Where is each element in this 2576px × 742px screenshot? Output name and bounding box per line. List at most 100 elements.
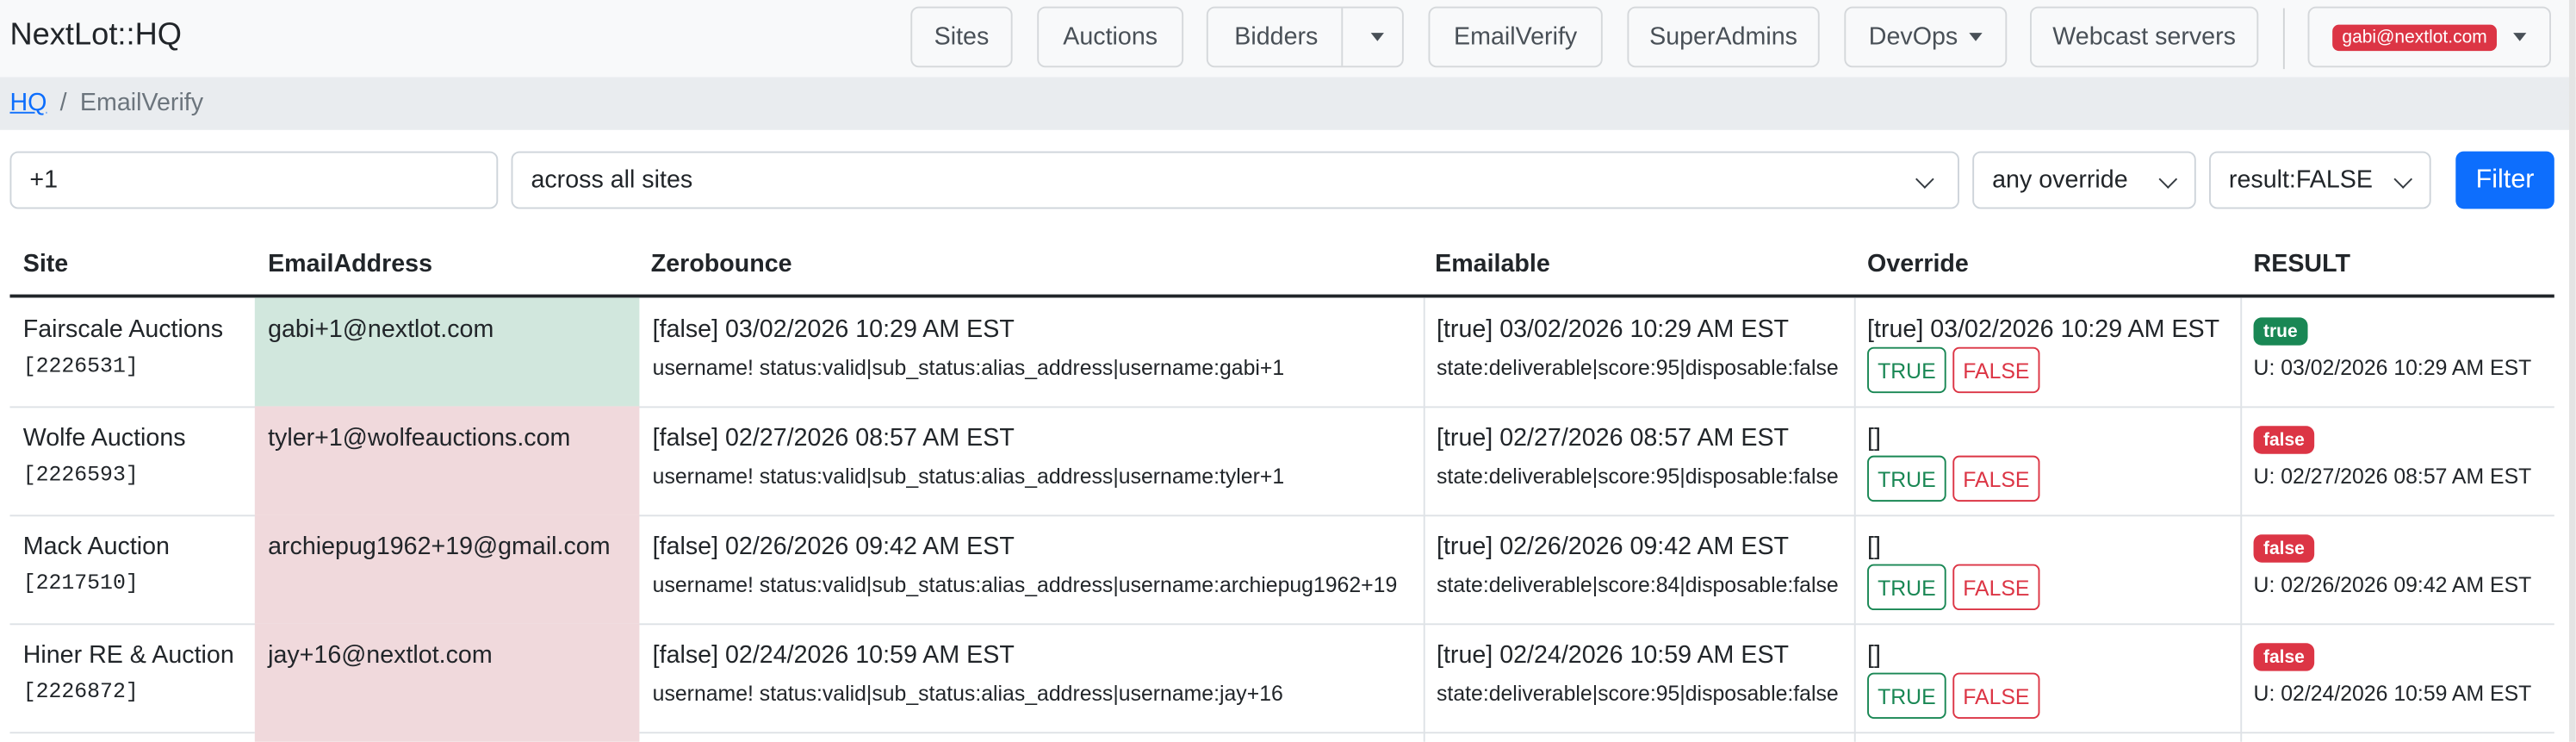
nav-superadmins-button[interactable]: SuperAdmins (1627, 6, 1820, 68)
table-row: Fairscale Auctions [2226531] gabi+1@next… (9, 297, 2554, 408)
site-cell: Fairscale Auctions [2226531] (9, 297, 254, 406)
override-false-button[interactable]: FALSE (1952, 346, 2040, 394)
chevron-down-icon (1915, 170, 1934, 189)
override-value: [] (1867, 641, 1881, 670)
emailable-detail: state:deliverable|score:95|disposable:fa… (1437, 355, 1839, 380)
breadcrumb: HQ / EmailVerify (0, 77, 2576, 130)
row-divider (9, 732, 255, 734)
zerobounce-detail: username! status:valid|sub_status:alias_… (652, 355, 1285, 380)
site-name[interactable]: Mack Auction (23, 533, 170, 560)
site-id: [2217510] (22, 571, 139, 595)
navbar-divider (2282, 8, 2285, 70)
caret-down-icon (1369, 33, 1384, 41)
bidders-dropdown-toggle[interactable] (1350, 9, 1404, 66)
override-value: [true] 03/02/2026 10:29 AM EST (1867, 315, 2220, 344)
emailable-detail: state:deliverable|score:95|disposable:fa… (1437, 681, 1839, 706)
email-address: gabi+1@nextlot.com (268, 315, 494, 344)
email-cell: jay+16@nextlot.com (254, 623, 640, 742)
emailable-cell: [true] 02/26/2026 09:42 AM EST state:del… (1424, 514, 1854, 623)
row-divider (639, 732, 2554, 734)
brand-logo[interactable]: NextLot::HQ (9, 18, 182, 54)
result-updated: U: 02/24/2026 10:59 AM EST (2253, 681, 2532, 706)
override-false-button[interactable]: FALSE (1952, 564, 2040, 611)
header-site: Site (22, 250, 69, 278)
email-cell: gabi+1@nextlot.com (254, 297, 640, 407)
email-address: archiepug1962+19@gmail.com (268, 533, 611, 561)
nav-devops-label: DevOps (1868, 22, 1958, 52)
filter-button[interactable]: Filter (2455, 151, 2554, 209)
caret-down-icon (2513, 33, 2527, 41)
zerobounce-status: [false] 03/02/2026 10:29 AM EST (652, 315, 1015, 344)
breadcrumb-separator: / (59, 89, 67, 117)
site-id: [2226593] (22, 462, 139, 487)
search-input[interactable]: +1 (9, 151, 499, 209)
nav-bidders-button[interactable]: Bidders (1234, 23, 1318, 51)
emailable-status: [true] 02/26/2026 09:42 AM EST (1437, 533, 1790, 561)
result-badge: false (2253, 426, 2315, 454)
override-true-button[interactable]: TRUE (1867, 672, 1946, 720)
header-email-address: EmailAddress (268, 250, 433, 278)
override-cell: [] TRUE FALSE (1854, 406, 2240, 514)
zerobounce-detail: username! status:valid|sub_status:alias_… (652, 681, 1283, 706)
chevron-down-icon (2393, 170, 2413, 189)
breadcrumb-home-link[interactable]: HQ (9, 89, 47, 116)
override-select-value: any override (1992, 165, 2128, 195)
result-cell: true U: 03/02/2026 10:29 AM EST (2240, 297, 2554, 406)
zerobounce-detail: username! status:valid|sub_status:alias_… (652, 572, 1398, 597)
nav-emailverify-button[interactable]: EmailVerify (1428, 6, 1603, 68)
override-cell: [] TRUE FALSE (1854, 514, 2240, 623)
emailable-status: [true] 02/27/2026 08:57 AM EST (1437, 424, 1790, 452)
result-cell: false U: 02/27/2026 08:57 AM EST (2240, 406, 2554, 514)
emailable-detail: state:deliverable|score:84|disposable:fa… (1437, 572, 1839, 597)
email-cell: tyler+1@wolfeauctions.com (254, 406, 640, 515)
override-select[interactable]: any override (1972, 151, 2196, 209)
user-menu-dropdown[interactable]: gabi@nextlot.com (2307, 6, 2551, 68)
site-scope-select[interactable]: across all sites (511, 151, 1959, 209)
caret-down-icon (1969, 33, 1983, 41)
nav-webcast-servers-button[interactable]: Webcast servers (2029, 6, 2259, 68)
email-cell: archiepug1962+19@gmail.com (254, 514, 640, 624)
result-badge: true (2253, 317, 2308, 346)
result-updated: U: 03/02/2026 10:29 AM EST (2253, 355, 2532, 380)
override-true-button[interactable]: TRUE (1867, 346, 1946, 394)
result-cell: false U: 02/26/2026 09:42 AM EST (2240, 514, 2554, 623)
site-id: [2226531] (22, 353, 139, 378)
override-cell: [] TRUE FALSE (1854, 623, 2240, 732)
emailable-status: [true] 02/24/2026 10:59 AM EST (1437, 641, 1790, 670)
site-name[interactable]: Fairscale Auctions (23, 315, 223, 343)
result-updated: U: 02/27/2026 08:57 AM EST (2253, 464, 2532, 489)
result-badge: false (2253, 534, 2315, 563)
override-true-button[interactable]: TRUE (1867, 455, 1946, 502)
site-name[interactable]: Hiner RE & Auction (23, 641, 234, 669)
header-emailable: Emailable (1435, 250, 1550, 278)
nav-sites-button[interactable]: Sites (910, 6, 1013, 68)
zerobounce-cell: [false] 02/26/2026 09:42 AM EST username… (639, 514, 1423, 623)
zerobounce-cell: [false] 02/27/2026 08:57 AM EST username… (639, 406, 1423, 514)
emailable-cell: [true] 02/27/2026 08:57 AM EST state:del… (1424, 406, 1854, 514)
zerobounce-cell: [false] 03/02/2026 10:29 AM EST username… (639, 297, 1423, 406)
override-true-button[interactable]: TRUE (1867, 564, 1946, 611)
site-name[interactable]: Wolfe Auctions (23, 424, 186, 452)
page-scrollbar[interactable] (2568, 0, 2576, 742)
site-cell: Mack Auction [2217510] (9, 514, 254, 623)
result-select[interactable]: result:FALSE (2209, 151, 2431, 209)
zerobounce-status: [false] 02/26/2026 09:42 AM EST (652, 533, 1015, 561)
table-header: Site EmailAddress Zerobounce Emailable O… (9, 234, 2554, 298)
result-select-value: result:FALSE (2228, 165, 2374, 195)
zerobounce-detail: username! status:valid|sub_status:alias_… (652, 464, 1285, 489)
chevron-down-icon (2158, 170, 2178, 189)
nav-auctions-button[interactable]: Auctions (1037, 6, 1184, 68)
nav-devops-dropdown[interactable]: DevOps (1844, 6, 2008, 68)
email-address: tyler+1@wolfeauctions.com (268, 424, 571, 452)
emailable-detail: state:deliverable|score:95|disposable:fa… (1437, 464, 1839, 489)
override-false-button[interactable]: FALSE (1952, 455, 2040, 502)
override-value: [] (1867, 533, 1881, 561)
site-scope-value: across all sites (531, 165, 693, 195)
result-updated: U: 02/26/2026 09:42 AM EST (2253, 572, 2532, 597)
breadcrumb-current: EmailVerify (79, 89, 204, 117)
override-cell: [true] 03/02/2026 10:29 AM EST TRUE FALS… (1854, 297, 2240, 406)
zerobounce-status: [false] 02/27/2026 08:57 AM EST (652, 424, 1015, 452)
result-cell: false U: 02/24/2026 10:59 AM EST (2240, 623, 2554, 732)
nav-bidders-split-button: Bidders (1206, 6, 1404, 68)
override-false-button[interactable]: FALSE (1952, 672, 2040, 720)
